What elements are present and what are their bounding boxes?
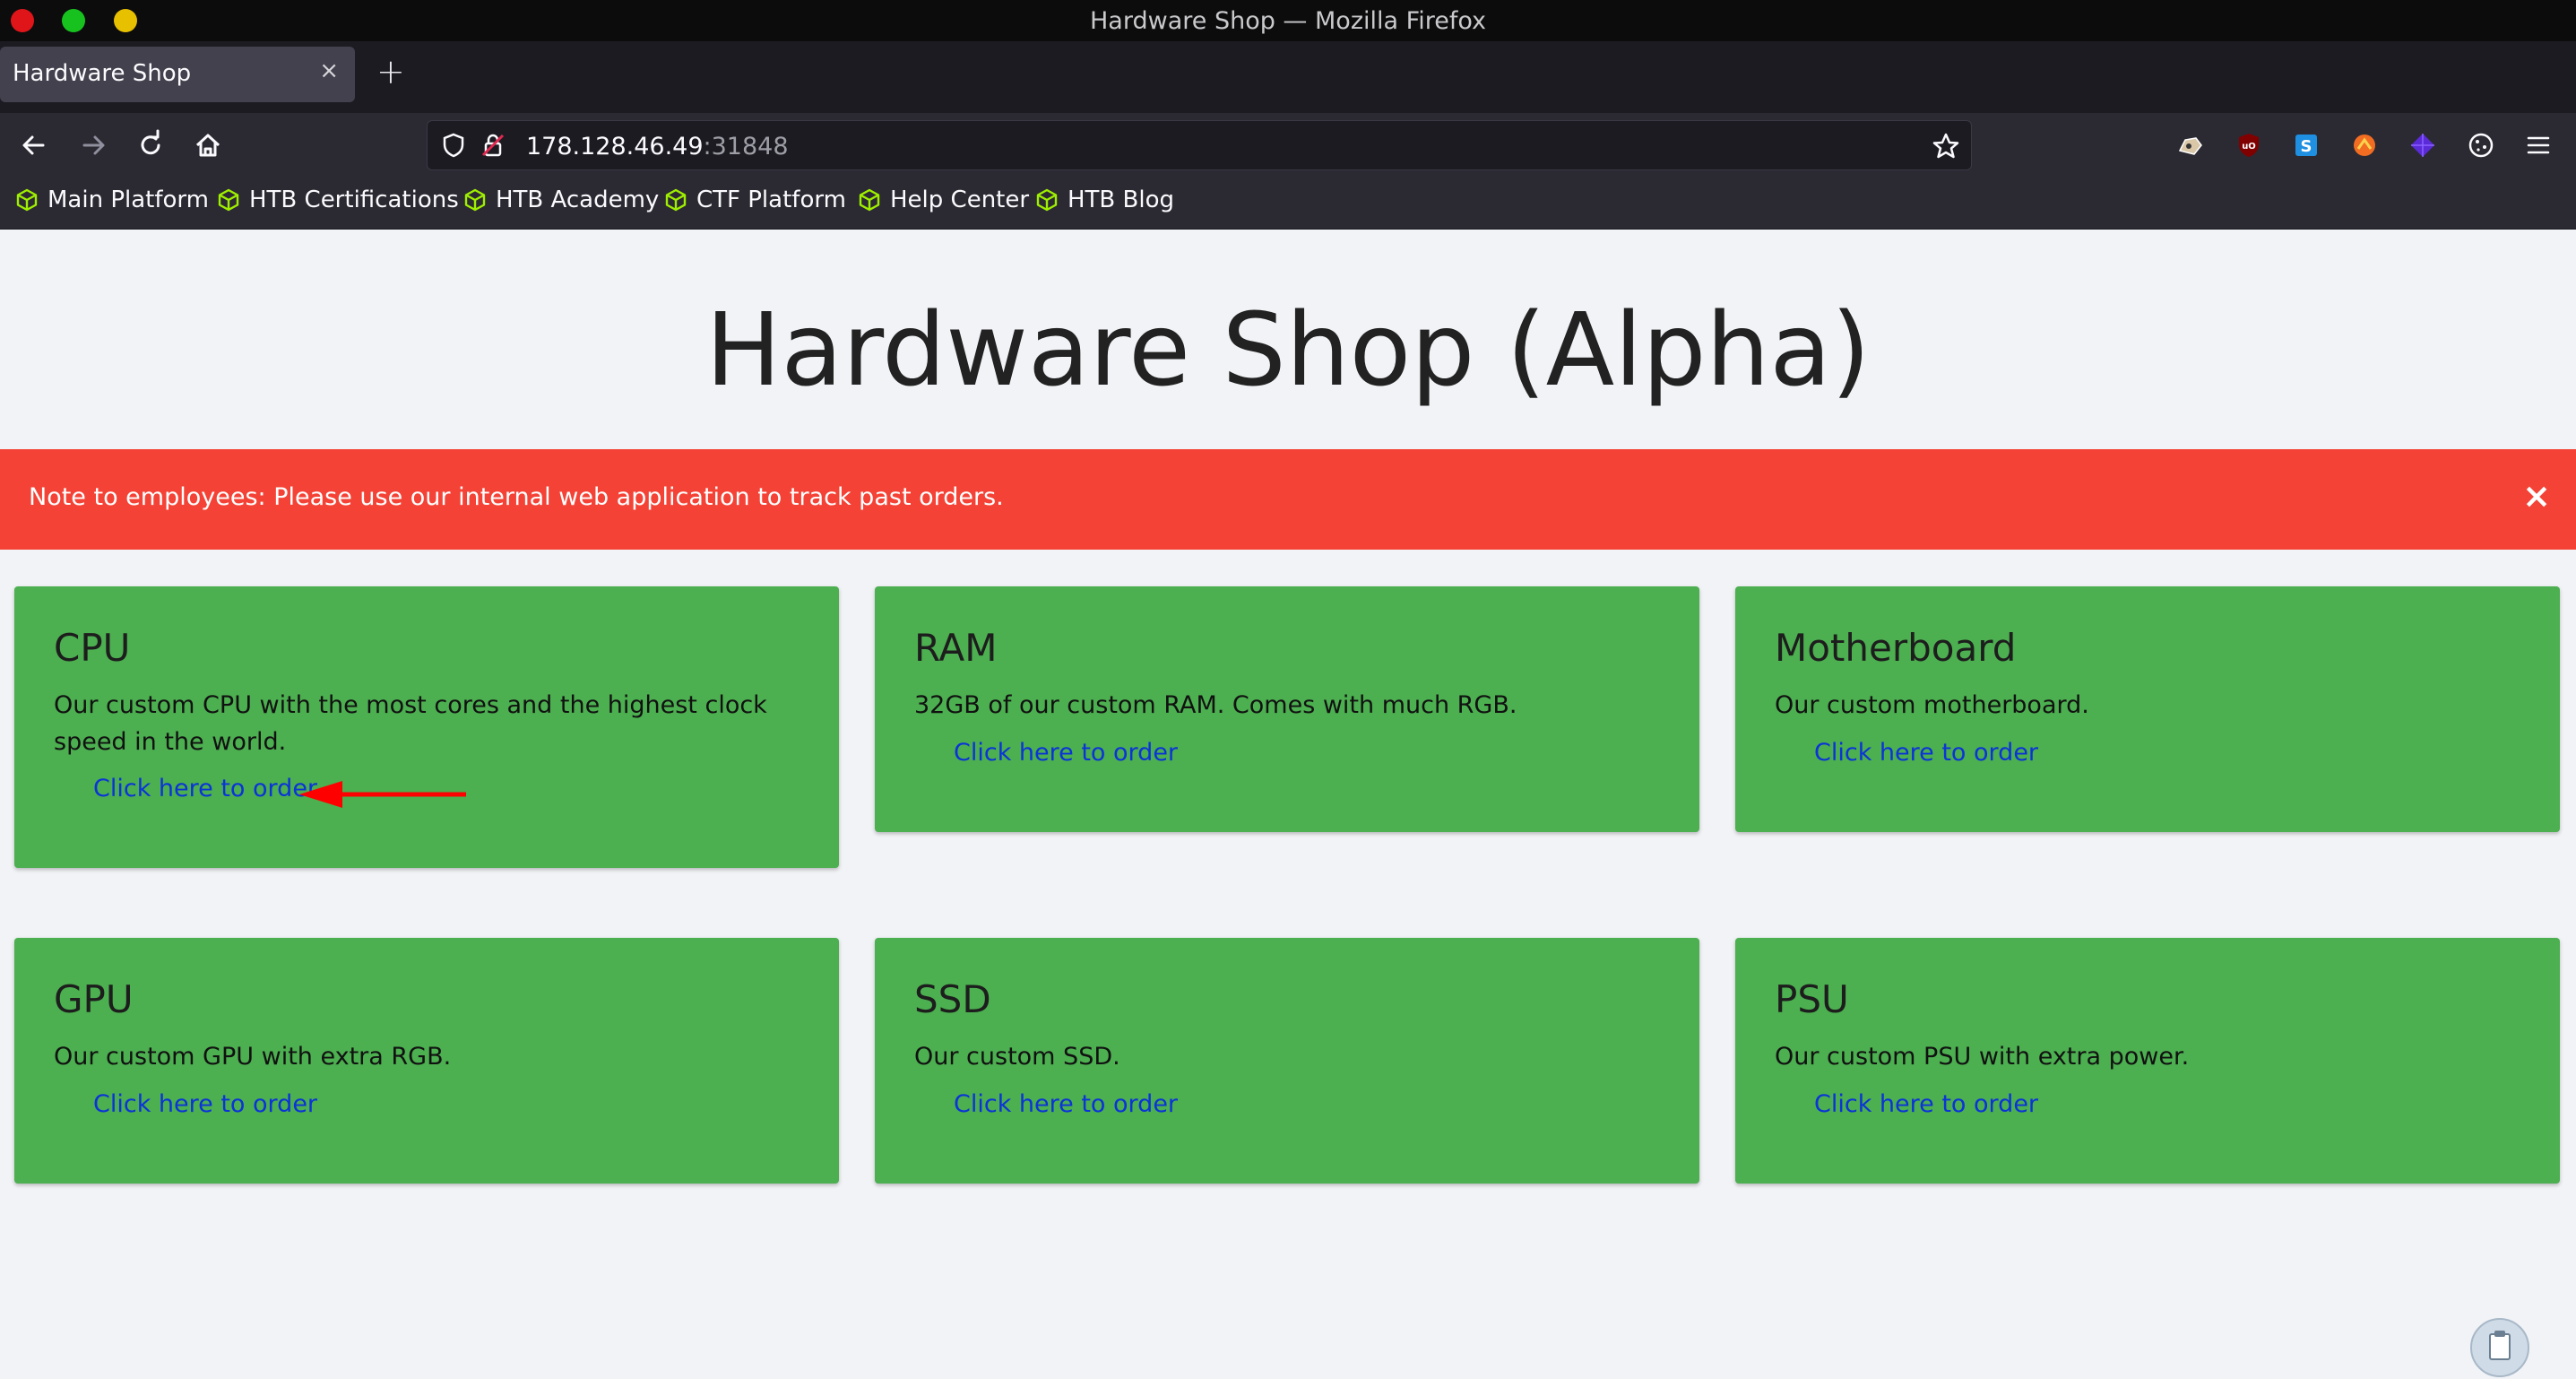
- forward-arrow-icon[interactable]: [75, 127, 111, 163]
- purple-gem-icon[interactable]: [2408, 131, 2437, 160]
- product-description: Our custom SSD.: [914, 1043, 1120, 1071]
- wappalyzer-icon[interactable]: [2350, 131, 2379, 160]
- product-card-psu: PSU Our custom PSU with extra power. Cli…: [1735, 938, 2560, 1184]
- window-title: Hardware Shop — Mozilla Firefox: [1090, 7, 1486, 35]
- order-link-ram[interactable]: Click here to order: [954, 739, 1178, 767]
- order-link-ssd[interactable]: Click here to order: [954, 1090, 1178, 1118]
- bookmark-ctf-platform[interactable]: CTF Platform: [663, 186, 846, 213]
- tab-close-icon[interactable]: ×: [319, 57, 339, 84]
- order-link-motherboard[interactable]: Click here to order: [1814, 739, 2038, 767]
- hamburger-menu-icon[interactable]: [2524, 131, 2553, 160]
- bookmark-label: Main Platform: [48, 186, 209, 213]
- bookmark-help-center[interactable]: Help Center: [857, 186, 1029, 213]
- insecure-lock-icon[interactable]: [480, 132, 506, 159]
- bookmark-htb-blog[interactable]: HTB Blog: [1034, 186, 1174, 213]
- cookie-icon[interactable]: [2467, 131, 2495, 160]
- page-title: Hardware Shop (Alpha): [705, 292, 1871, 409]
- bookmark-label: HTB Certifications: [249, 186, 459, 213]
- svg-text:uO: uO: [2242, 142, 2256, 152]
- bookmark-htb-certifications[interactable]: HTB Certifications: [216, 186, 459, 213]
- order-link-psu[interactable]: Click here to order: [1814, 1090, 2038, 1118]
- clipboard-icon[interactable]: [2470, 1318, 2529, 1377]
- url-bar[interactable]: 178.128.46.49:31848: [427, 120, 1972, 170]
- ublock-origin-icon[interactable]: uO: [2235, 131, 2263, 160]
- bookmark-label: HTB Blog: [1068, 186, 1175, 213]
- employee-alert-banner: Note to employees: Please use our intern…: [0, 449, 2576, 550]
- product-description: Our custom motherboard.: [1775, 691, 2089, 719]
- product-card-motherboard: Motherboard Our custom motherboard. Clic…: [1735, 586, 2560, 832]
- product-card-cpu: CPU Our custom CPU with the most cores a…: [14, 586, 839, 868]
- bookmark-label: HTB Academy: [496, 186, 660, 213]
- htb-cube-icon: [464, 188, 486, 212]
- reload-icon[interactable]: [133, 127, 169, 163]
- shield-icon[interactable]: [440, 132, 467, 159]
- bookmark-star-icon[interactable]: [1932, 132, 1960, 160]
- bookmark-label: Help Center: [890, 186, 1030, 213]
- product-title: GPU: [54, 977, 134, 1021]
- clipboard-glyph-icon: [2489, 1331, 2511, 1360]
- new-tab-button[interactable]: +: [376, 54, 405, 90]
- htb-cube-icon: [1036, 188, 1058, 212]
- url-port: :31848: [703, 133, 789, 160]
- product-description: Our custom GPU with extra RGB.: [54, 1043, 452, 1071]
- product-description: Our custom PSU with extra power.: [1775, 1043, 2190, 1071]
- s-extension-icon[interactable]: S: [2292, 131, 2321, 160]
- bookmark-htb-academy[interactable]: HTB Academy: [462, 186, 659, 213]
- tab-strip: Hardware Shop × +: [0, 41, 2576, 113]
- extension-shortcut-icon[interactable]: [2176, 131, 2205, 160]
- svg-text:S: S: [2301, 137, 2312, 156]
- product-title: CPU: [54, 626, 131, 670]
- bookmark-main-platform[interactable]: Main Platform: [14, 186, 209, 213]
- tab-title: Hardware Shop: [13, 60, 192, 87]
- window-titlebar: Hardware Shop — Mozilla Firefox: [0, 0, 2576, 41]
- product-description: Our custom CPU with the most cores and t…: [54, 691, 767, 756]
- annotation-arrow-icon: [299, 781, 466, 808]
- url-host: 178.128.46.49: [526, 133, 704, 160]
- tab-hardware-shop[interactable]: Hardware Shop ×: [0, 47, 355, 102]
- alert-text: Note to employees: Please use our intern…: [29, 483, 1004, 511]
- navigation-toolbar: 178.128.46.49:31848 uO S: [0, 113, 2576, 176]
- bookmarks-toolbar: Main Platform HTB Certifications HTB Aca…: [0, 176, 2576, 230]
- htb-cube-icon: [665, 188, 687, 212]
- product-title: PSU: [1775, 977, 1849, 1021]
- order-link-gpu[interactable]: Click here to order: [93, 1090, 317, 1118]
- product-card-gpu: GPU Our custom GPU with extra RGB. Click…: [14, 938, 839, 1184]
- product-title: Motherboard: [1775, 626, 2017, 670]
- home-icon[interactable]: [190, 127, 226, 163]
- product-card-ssd: SSD Our custom SSD. Click here to order: [875, 938, 1699, 1184]
- htb-cube-icon: [218, 188, 239, 212]
- alert-close-icon[interactable]: ×: [2522, 476, 2551, 516]
- product-card-ram: RAM 32GB of our custom RAM. Comes with m…: [875, 586, 1699, 832]
- product-title: RAM: [914, 626, 998, 670]
- url-text: 178.128.46.49:31848: [526, 133, 789, 160]
- htb-cube-icon: [859, 188, 880, 212]
- product-title: SSD: [914, 977, 991, 1021]
- order-link-cpu[interactable]: Click here to order: [93, 775, 317, 802]
- product-description: 32GB of our custom RAM. Comes with much …: [914, 691, 1517, 719]
- htb-cube-icon: [16, 188, 38, 212]
- bookmark-label: CTF Platform: [696, 186, 846, 213]
- back-arrow-icon[interactable]: [16, 127, 52, 163]
